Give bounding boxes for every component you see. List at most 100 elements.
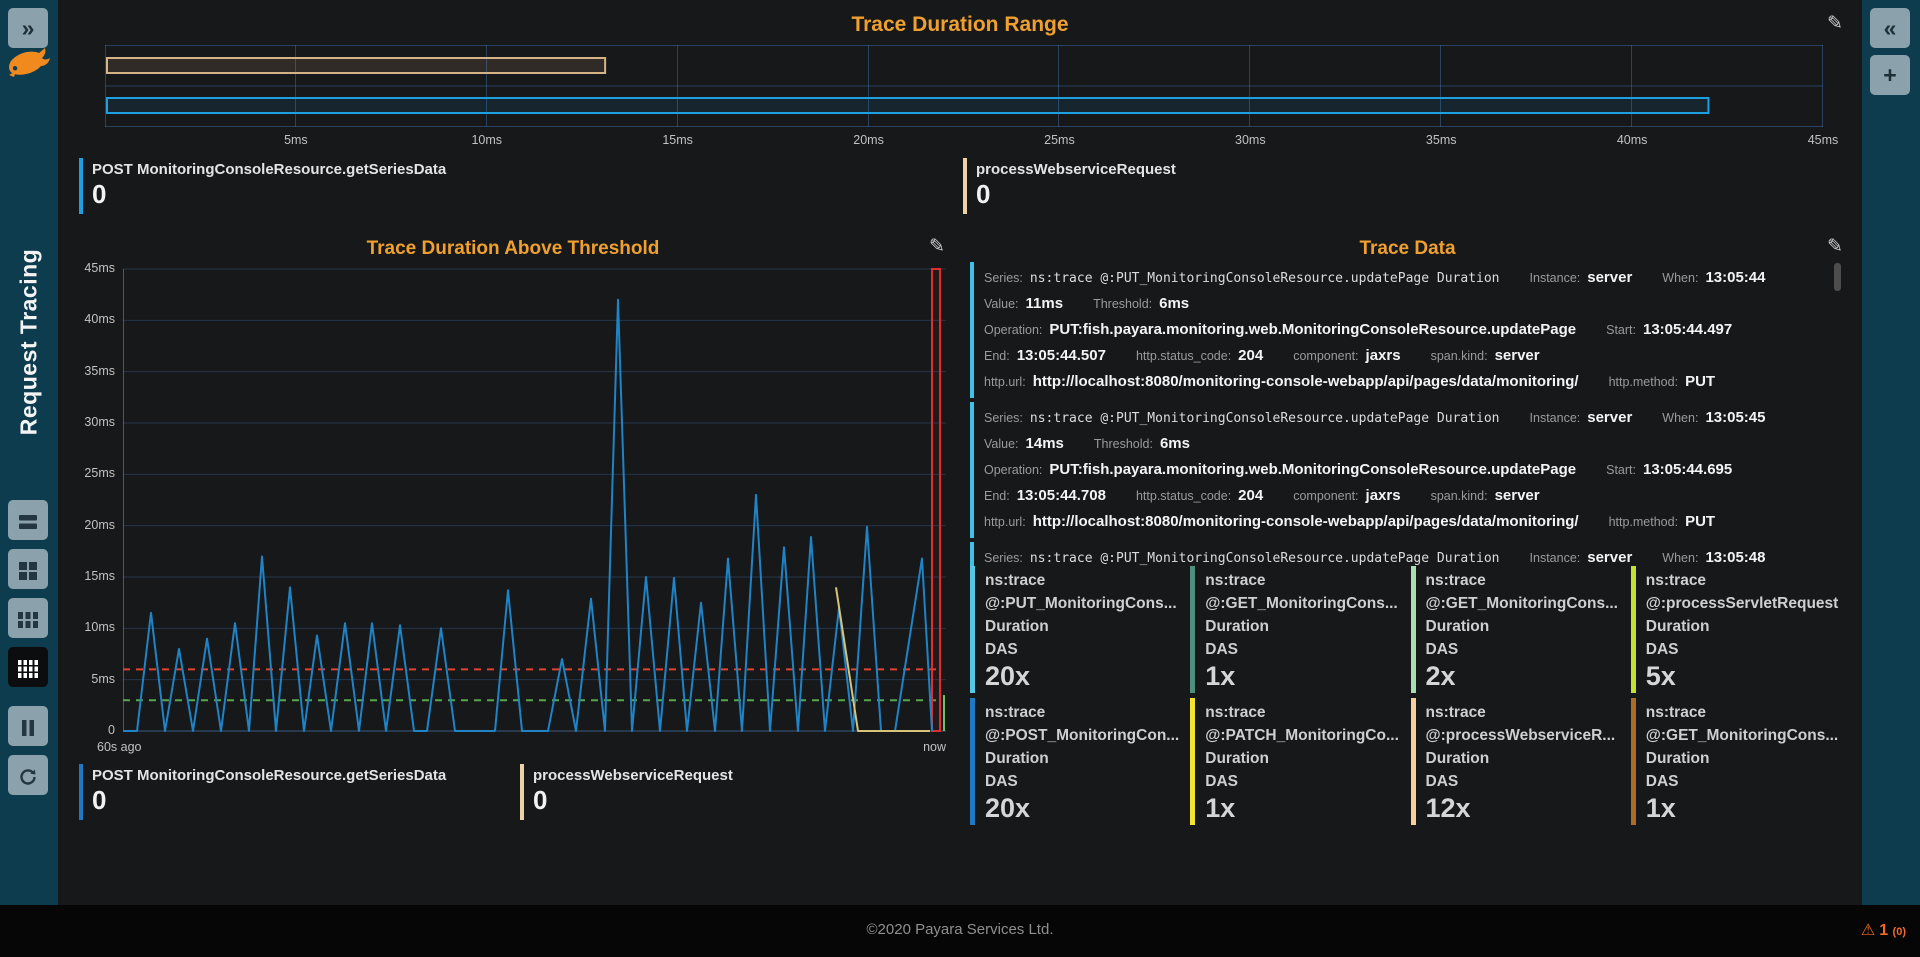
layout-4col-button-selected[interactable] [8, 647, 48, 687]
trace-series-card[interactable]: ns:trace@:PUT_MonitoringCons...DurationD… [970, 566, 1184, 693]
copyright-text: ©2020 Payara Services Ltd. [0, 921, 1920, 938]
range-x-tick: 10ms [469, 133, 505, 147]
card-instance: DAS [1426, 638, 1621, 661]
series-label: Series: [984, 271, 1023, 285]
spankind-label: span.kind: [1431, 349, 1488, 363]
method-value: PUT [1685, 373, 1715, 390]
end-value: 13:05:44.708 [1017, 487, 1106, 504]
add-widget-button[interactable]: + [1870, 55, 1910, 95]
trace-series-card[interactable]: ns:trace@:GET_MonitoringCons...DurationD… [1190, 566, 1404, 693]
card-count: 1x [1646, 793, 1841, 823]
range-edit-pencil-icon[interactable]: ✎ [1824, 13, 1846, 35]
trace-series-card[interactable]: ns:trace@:processWebserviceR...DurationD… [1411, 698, 1625, 825]
card-series-name: @:PUT_MonitoringCons... [985, 592, 1180, 615]
card-instance: DAS [1646, 638, 1841, 661]
operation-label: Operation: [984, 463, 1042, 477]
trace-edit-pencil-icon[interactable]: ✎ [1824, 236, 1846, 258]
url-value: http://localhost:8080/monitoring-console… [1033, 373, 1579, 390]
trace-entry[interactable]: Series:ns:trace @:PUT_MonitoringConsoleR… [970, 542, 1832, 566]
layout-1col-button[interactable] [8, 500, 48, 540]
card-metric: Duration [1205, 747, 1400, 770]
card-metric: Duration [985, 615, 1180, 638]
trace-series-card[interactable]: ns:trace@:POST_MonitoringCon...DurationD… [970, 698, 1184, 825]
spankind-value: server [1495, 487, 1540, 504]
pause-button[interactable] [8, 706, 48, 746]
threshold-edit-pencil-icon[interactable]: ✎ [926, 236, 948, 258]
stat-label: POST MonitoringConsoleResource.getSeries… [92, 160, 446, 179]
end-value: 13:05:44.507 [1017, 347, 1106, 364]
end-label: End: [984, 489, 1010, 503]
status-label: http.status_code: [1136, 349, 1231, 363]
instance-label: Instance: [1530, 271, 1581, 285]
threshold-label: Threshold: [1093, 297, 1152, 311]
range-x-tick: 5ms [278, 133, 314, 147]
trace-series-card[interactable]: ns:trace@:processServletRequestDurationD… [1631, 566, 1845, 693]
instance-label: Instance: [1530, 551, 1581, 565]
refresh-button[interactable] [8, 755, 48, 795]
trace-entry[interactable]: Series: ns:trace @:PUT_MonitoringConsoleR… [970, 262, 1832, 398]
trace-entry-summary: Series:ns:trace @:PUT_MonitoringConsoleR… [984, 405, 1832, 431]
card-namespace: ns:trace [1646, 701, 1841, 724]
card-count: 1x [1205, 793, 1400, 823]
card-count: 20x [985, 661, 1180, 691]
trace-duration-range-chart [105, 45, 1823, 127]
trace-entry-summary: Series:ns:trace @:PUT_MonitoringConsoleR… [984, 545, 1832, 566]
line-y-tick: 35ms [58, 364, 115, 378]
component-value: jaxrs [1366, 347, 1401, 364]
trace-entry-list[interactable]: Series: ns:trace @:PUT_MonitoringConsoleR… [970, 262, 1832, 566]
card-namespace: ns:trace [985, 701, 1180, 724]
when-value: 13:05:44 [1705, 269, 1765, 286]
series-stat: POST MonitoringConsoleResource.getSeries… [79, 764, 446, 820]
component-value: jaxrs [1366, 487, 1401, 504]
url-value: http://localhost:8080/monitoring-console… [1033, 513, 1579, 530]
method-label: http.method: [1609, 515, 1679, 529]
range-widget-title: Trace Duration Range [58, 13, 1862, 37]
trace-series-card[interactable]: ns:trace@:PATCH_MonitoringCo...DurationD… [1190, 698, 1404, 825]
x-axis-end-label: now [886, 740, 946, 754]
card-series-name: @:processWebserviceR... [1426, 724, 1621, 747]
threshold-ms: 6ms [1160, 435, 1190, 452]
when-label: When: [1662, 411, 1698, 425]
left-sidebar: » Request Tracing [0, 0, 58, 905]
card-series-name: @:processServletRequest [1646, 592, 1841, 615]
trace-series-card[interactable]: ns:trace@:GET_MonitoringCons...DurationD… [1411, 566, 1625, 693]
series-id: ns:trace @:PUT_MonitoringConsoleResource… [1030, 271, 1500, 286]
when-value: 13:05:45 [1705, 409, 1765, 426]
instance-value: server [1587, 409, 1632, 426]
range-x-tick: 35ms [1423, 133, 1459, 147]
trace-series-cards: ns:trace@:PUT_MonitoringCons...DurationD… [970, 566, 1845, 825]
stat-label: processWebserviceRequest [976, 160, 1176, 179]
trace-list-scrollbar[interactable] [1834, 263, 1841, 291]
stat-value: 0 [533, 785, 733, 815]
trace-entry-summary: Series: ns:trace @:PUT_MonitoringConsoleR… [984, 265, 1832, 291]
trace-series-card[interactable]: ns:trace@:GET_MonitoringCons...DurationD… [1631, 698, 1845, 825]
trace-entry-end-line: End:13:05:44.507http.status_code:204comp… [984, 343, 1832, 369]
card-instance: DAS [1205, 770, 1400, 793]
card-metric: Duration [985, 747, 1180, 770]
layout-2col-button[interactable] [8, 549, 48, 589]
trace-widget-title: Trace Data [970, 238, 1845, 260]
trace-entry[interactable]: Series:ns:trace @:PUT_MonitoringConsoleR… [970, 402, 1832, 538]
card-instance: DAS [1205, 638, 1400, 661]
payara-fish-logo [7, 44, 51, 87]
stat-value: 0 [92, 179, 446, 209]
line-y-tick: 10ms [58, 620, 115, 634]
line-y-tick: 0 [58, 723, 115, 737]
card-instance: DAS [1426, 770, 1621, 793]
status-value: 204 [1238, 347, 1263, 364]
start-label: Start: [1606, 463, 1636, 477]
trace-entry-operation-line: Operation:PUT:fish.payara.monitoring.web… [984, 457, 1832, 483]
value-label: Value: [984, 437, 1019, 451]
sidebar-expand-button[interactable]: « [1870, 8, 1910, 48]
start-value: 13:05:44.695 [1643, 461, 1732, 478]
stat-label: POST MonitoringConsoleResource.getSeries… [92, 766, 446, 785]
layout-3col-button[interactable] [8, 598, 48, 638]
card-instance: DAS [985, 638, 1180, 661]
series-id: ns:trace @:PUT_MonitoringConsoleResource… [1030, 551, 1500, 566]
card-series-name: @:PATCH_MonitoringCo... [1205, 724, 1400, 747]
sidebar-collapse-button[interactable]: » [8, 8, 48, 48]
url-label: http.url: [984, 515, 1026, 529]
alerts-indicator[interactable]: ⚠1 (0) [1861, 920, 1906, 940]
alert-detail: (0) [1893, 926, 1906, 938]
card-namespace: ns:trace [1205, 701, 1400, 724]
